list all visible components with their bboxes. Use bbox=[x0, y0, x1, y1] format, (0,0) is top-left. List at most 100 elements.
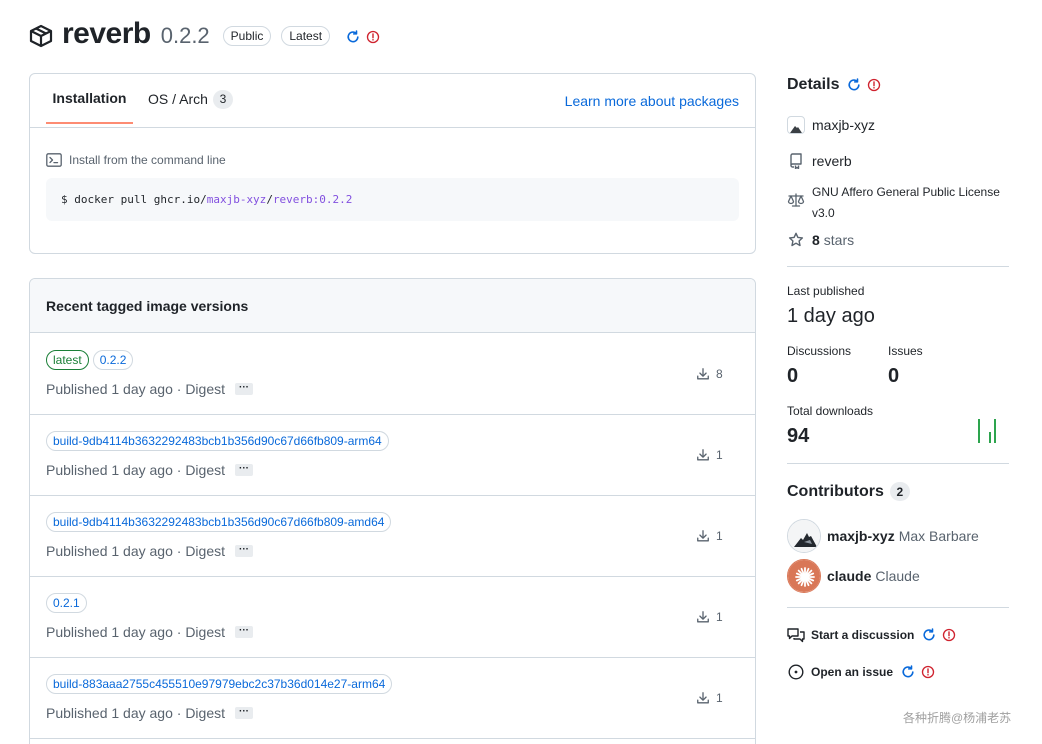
download-icon bbox=[696, 610, 716, 624]
digest-expand-button[interactable]: ··· bbox=[235, 463, 253, 476]
open-issue-label: Open an issue bbox=[811, 665, 894, 679]
download-count-value: 1 bbox=[716, 448, 723, 462]
stars-count: 8 bbox=[812, 232, 820, 248]
tab-installation-label: Installation bbox=[52, 90, 127, 106]
published-text: Published 1 day ago · Digest bbox=[46, 624, 225, 640]
divider bbox=[787, 463, 1009, 464]
repository-link[interactable]: reverb bbox=[787, 153, 852, 169]
total-downloads-label: Total downloads bbox=[787, 404, 874, 418]
sparkline-bar bbox=[994, 419, 996, 443]
docker-pull-command[interactable]: $ docker pull ghcr.io/maxjb-xyz / reverb:0… bbox=[46, 178, 739, 221]
terminal-icon bbox=[46, 153, 69, 167]
avatar[interactable] bbox=[787, 559, 821, 593]
version-tag[interactable]: build-9db4114b3632292483bcb1b356d90c67d6… bbox=[46, 431, 389, 451]
avatar[interactable] bbox=[787, 519, 821, 553]
last-published-value: 1 day ago bbox=[787, 305, 875, 327]
version-tags: latest 0.2.2 bbox=[46, 350, 137, 370]
download-icon bbox=[696, 367, 716, 381]
digest-expand-button[interactable]: ··· bbox=[235, 382, 253, 395]
alert-icon[interactable] bbox=[921, 665, 935, 679]
install-tabs: Installation OS / Arch 3 Learn more abou… bbox=[30, 74, 755, 128]
issue-opened-icon bbox=[787, 664, 805, 680]
download-icon bbox=[696, 691, 716, 705]
start-discussion-link[interactable]: Start a discussion bbox=[787, 627, 956, 643]
public-label: Public bbox=[222, 26, 272, 46]
contributors-heading: Contributors 2 bbox=[787, 482, 910, 501]
package-version: 0.2.2 bbox=[160, 23, 210, 48]
version-row: latest 0.2.2 Published 1 day ago · Diges… bbox=[30, 334, 755, 415]
contributor-name: Max Barbare bbox=[898, 528, 979, 544]
recent-versions-title: Recent tagged image versions bbox=[30, 279, 755, 333]
version-row: 0.2.1 Published 1 day ago · Digest ··· 1 bbox=[30, 577, 755, 658]
command-owner: maxjb-xyz bbox=[206, 193, 267, 206]
version-tag[interactable]: 0.2.2 bbox=[92, 350, 134, 370]
version-row: build-883aaa2755c455510e97979ebc2c37b36d… bbox=[30, 658, 755, 739]
refresh-icon[interactable] bbox=[847, 78, 861, 92]
issues-value: 0 bbox=[888, 365, 900, 387]
download-count-value: 1 bbox=[716, 691, 723, 705]
license-link[interactable]: GNU Affero General Public License v3.0 bbox=[787, 182, 1012, 224]
owner-link[interactable]: maxjb-xyz bbox=[787, 116, 875, 134]
command-line-title: Install from the command line bbox=[46, 153, 226, 167]
version-tag[interactable]: 0.2.1 bbox=[46, 593, 87, 613]
stars-link[interactable]: 8 stars bbox=[787, 232, 854, 248]
download-icon bbox=[696, 448, 716, 462]
download-icon bbox=[696, 529, 716, 543]
contributor-row[interactable]: claude Claude bbox=[787, 559, 920, 593]
download-count: 1 bbox=[696, 448, 723, 462]
published-line: Published 1 day ago · Digest ··· bbox=[46, 624, 253, 640]
version-tag[interactable]: build-9db4114b3632292483bcb1b356d90c67d6… bbox=[46, 512, 392, 532]
repository-name: reverb bbox=[812, 153, 852, 169]
version-tags: 0.2.1 bbox=[46, 593, 91, 613]
owner-avatar bbox=[787, 116, 805, 134]
published-line: Published 1 day ago · Digest ··· bbox=[46, 543, 253, 559]
contributors-count: 2 bbox=[889, 482, 910, 501]
published-line: Published 1 day ago · Digest ··· bbox=[46, 381, 253, 397]
command-line-title-text: Install from the command line bbox=[69, 153, 226, 167]
contributor-row[interactable]: maxjb-xyz Max Barbare bbox=[787, 519, 979, 553]
tab-os-arch[interactable]: OS / Arch 3 bbox=[148, 74, 233, 124]
details-title: Details bbox=[787, 76, 840, 93]
refresh-icon[interactable] bbox=[922, 628, 936, 642]
command-prefix: $ docker pull ghcr.io/ bbox=[61, 193, 207, 206]
recent-versions-panel: Recent tagged image versions latest 0.2.… bbox=[29, 278, 756, 744]
command-image-ref: reverb:0.2.2 bbox=[272, 193, 353, 206]
latest-label: Latest bbox=[281, 26, 331, 46]
command-slash: / bbox=[266, 193, 273, 206]
learn-more-link[interactable]: Learn more about packages bbox=[565, 93, 739, 109]
refresh-icon[interactable] bbox=[346, 30, 360, 44]
last-published-label: Last published bbox=[787, 284, 865, 298]
package-name: reverb bbox=[62, 17, 151, 50]
digest-expand-button[interactable]: ··· bbox=[235, 544, 253, 557]
discussions-value: 0 bbox=[787, 365, 799, 387]
total-downloads-value: 94 bbox=[787, 425, 810, 447]
discussions-label: Discussions bbox=[787, 344, 852, 358]
details-heading: Details bbox=[787, 76, 881, 94]
published-line: Published 1 day ago · Digest ··· bbox=[46, 705, 253, 721]
tab-installation[interactable]: Installation bbox=[46, 74, 133, 124]
open-issue-link[interactable]: Open an issue bbox=[787, 664, 935, 680]
alert-icon[interactable] bbox=[366, 30, 380, 44]
published-text: Published 1 day ago · Digest bbox=[46, 462, 225, 478]
watermark: 各种折腾@杨浦老苏 bbox=[903, 711, 1012, 725]
download-count: 1 bbox=[696, 610, 723, 624]
alert-icon[interactable] bbox=[942, 628, 956, 642]
installation-panel: Installation OS / Arch 3 Learn more abou… bbox=[29, 73, 756, 254]
refresh-icon[interactable] bbox=[901, 665, 915, 679]
sparkline-bar bbox=[978, 419, 980, 443]
version-tag[interactable]: build-883aaa2755c455510e97979ebc2c37b36d… bbox=[46, 674, 393, 694]
published-text: Published 1 day ago · Digest bbox=[46, 543, 225, 559]
download-count-value: 8 bbox=[716, 367, 723, 381]
issues-label: Issues bbox=[888, 344, 923, 358]
law-icon bbox=[787, 193, 805, 207]
comment-discussion-icon bbox=[787, 627, 805, 643]
published-text: Published 1 day ago · Digest bbox=[46, 381, 225, 397]
digest-expand-button[interactable]: ··· bbox=[235, 706, 253, 719]
os-arch-count: 3 bbox=[212, 89, 233, 109]
alert-icon[interactable] bbox=[867, 78, 881, 92]
digest-expand-button[interactable]: ··· bbox=[235, 625, 253, 638]
version-tag-latest[interactable]: latest bbox=[46, 350, 89, 370]
contributors-title: Contributors bbox=[787, 482, 884, 500]
package-header: reverb 0.2.2 Public Latest bbox=[28, 14, 380, 54]
download-count: 1 bbox=[696, 529, 723, 543]
